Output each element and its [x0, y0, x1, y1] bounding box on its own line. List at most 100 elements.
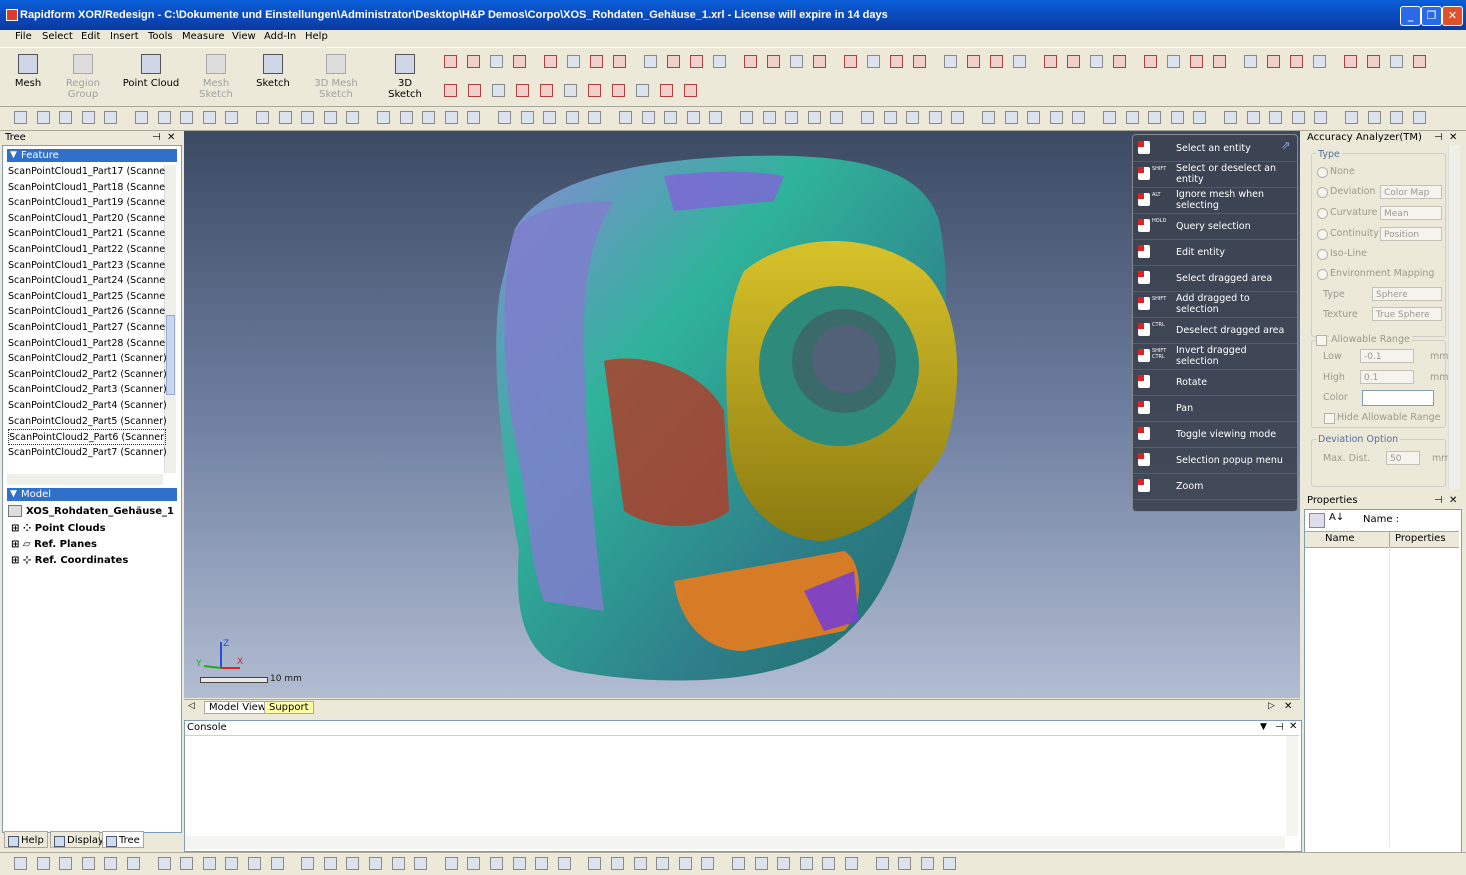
- standard-tool-icon[interactable]: [686, 111, 700, 124]
- feature-tool-icon[interactable]: [660, 84, 673, 97]
- standard-tool-icon[interactable]: [399, 111, 413, 124]
- standard-tool-icon[interactable]: [104, 111, 118, 124]
- standard-tool-icon[interactable]: [619, 111, 632, 124]
- feature-tool-icon[interactable]: [913, 55, 926, 68]
- radio-curvature[interactable]: [1317, 208, 1328, 219]
- feature-tool-icon[interactable]: [1213, 55, 1226, 68]
- feature-tool-icon[interactable]: [1344, 55, 1357, 68]
- scroll-right-icon[interactable]: ▷: [1268, 701, 1275, 711]
- standard-tool-icon[interactable]: [740, 111, 753, 124]
- standard-tool-icon[interactable]: [883, 111, 897, 124]
- bottom-tool-icon[interactable]: [678, 857, 692, 870]
- mode-mesh-button[interactable]: Mesh: [8, 48, 48, 104]
- tab-display[interactable]: Display: [50, 831, 104, 848]
- standard-tool-icon[interactable]: [256, 111, 269, 124]
- feature-tool-icon[interactable]: [588, 84, 601, 97]
- mode-mesh-sketch-button[interactable]: Mesh Sketch: [186, 48, 246, 104]
- bottom-tool-icon[interactable]: [391, 857, 405, 870]
- model-root-item[interactable]: XOS_Rohdaten_Gehäuse_1: [8, 505, 174, 517]
- standard-tool-icon[interactable]: [982, 111, 995, 124]
- feature-tool-icon[interactable]: [1390, 55, 1403, 68]
- menu-measure[interactable]: Measure: [182, 31, 225, 42]
- standard-tool-icon[interactable]: [422, 111, 436, 124]
- tree-item-ref-planes[interactable]: ⊞ ▱ Ref. Planes: [11, 537, 128, 553]
- menu-select[interactable]: Select: [42, 31, 73, 42]
- feature-tool-icon[interactable]: [684, 84, 697, 97]
- tree-item-feature[interactable]: ScanPointCloud1_Part28 (Scanner): [8, 336, 166, 352]
- high-input[interactable]: 0.1: [1360, 370, 1414, 384]
- feature-tool-icon[interactable]: [444, 55, 457, 68]
- feature-tool-icon[interactable]: [1313, 55, 1326, 68]
- feature-tool-icon[interactable]: [513, 55, 526, 68]
- standard-tool-icon[interactable]: [807, 111, 821, 124]
- feature-tool-icon[interactable]: [867, 55, 880, 68]
- feature-tool-icon[interactable]: [636, 84, 649, 97]
- tree-item-feature[interactable]: ScanPointCloud1_Part18 (Scanner): [8, 180, 166, 196]
- standard-tool-icon[interactable]: [346, 111, 360, 124]
- standard-tool-icon[interactable]: [180, 111, 194, 124]
- feature-hscrollbar[interactable]: [7, 474, 163, 485]
- bottom-tool-icon[interactable]: [822, 857, 836, 870]
- tab-help[interactable]: Help: [4, 831, 48, 848]
- feature-tool-icon[interactable]: [444, 84, 457, 97]
- bottom-tool-icon[interactable]: [14, 857, 27, 870]
- feature-tool-icon[interactable]: [1044, 55, 1057, 68]
- menu-insert[interactable]: Insert: [110, 31, 139, 42]
- model-section-header[interactable]: ▼ Model: [7, 488, 177, 501]
- minimize-button[interactable]: _: [1400, 6, 1421, 26]
- standard-tool-icon[interactable]: [1148, 111, 1162, 124]
- bottom-tool-icon[interactable]: [611, 857, 624, 870]
- console-vscrollbar[interactable]: [1286, 736, 1298, 836]
- feature-tool-icon[interactable]: [713, 55, 726, 68]
- standard-tool-icon[interactable]: [1367, 111, 1381, 124]
- allowable-range-checkbox[interactable]: [1316, 335, 1327, 346]
- tree-item-feature[interactable]: ScanPointCloud1_Part17 (Scanner): [8, 164, 166, 180]
- feature-tool-icon[interactable]: [567, 55, 580, 68]
- tab-model-view[interactable]: Model View: [204, 701, 271, 714]
- tree-item-feature[interactable]: ScanPointCloud1_Part21 (Scanner): [8, 226, 166, 242]
- restore-button[interactable]: ❐: [1421, 6, 1442, 26]
- bottom-tool-icon[interactable]: [180, 857, 194, 870]
- mode-3d-sketch-button[interactable]: 3D Sketch: [380, 48, 430, 104]
- bottom-tool-icon[interactable]: [557, 857, 571, 870]
- bottom-tool-icon[interactable]: [301, 857, 315, 870]
- feature-tool-icon[interactable]: [590, 55, 603, 68]
- tree-item-feature[interactable]: ScanPointCloud2_Part4 (Scanner): [8, 398, 166, 414]
- expand-plus-icon[interactable]: ⊞: [11, 523, 19, 534]
- bottom-tool-icon[interactable]: [898, 857, 912, 870]
- feature-tool-icon[interactable]: [1067, 55, 1080, 68]
- bottom-tool-icon[interactable]: [467, 857, 481, 870]
- standard-tool-icon[interactable]: [1072, 111, 1086, 124]
- standard-tool-icon[interactable]: [520, 111, 534, 124]
- feature-tool-icon[interactable]: [690, 55, 703, 68]
- standard-tool-icon[interactable]: [278, 111, 292, 124]
- standard-tool-icon[interactable]: [498, 111, 511, 124]
- standard-tool-icon[interactable]: [1314, 111, 1328, 124]
- standard-tool-icon[interactable]: [785, 111, 799, 124]
- standard-tool-icon[interactable]: [323, 111, 337, 124]
- radio-environment-mapping[interactable]: [1317, 269, 1328, 280]
- feature-tool-icon[interactable]: [1413, 55, 1426, 68]
- dropdown-arrow-icon[interactable]: ▼: [1260, 722, 1267, 732]
- tree-item-feature[interactable]: ScanPointCloud1_Part22 (Scanner): [8, 242, 166, 258]
- tree-item-point-clouds[interactable]: ⊞ ⁘ Point Clouds: [11, 521, 128, 537]
- menu-tools[interactable]: Tools: [148, 31, 173, 42]
- standard-tool-icon[interactable]: [543, 111, 557, 124]
- standard-tool-icon[interactable]: [1412, 111, 1426, 124]
- feature-tool-icon[interactable]: [612, 84, 625, 97]
- feature-tool-icon[interactable]: [544, 55, 557, 68]
- bottom-tool-icon[interactable]: [588, 857, 602, 870]
- mode-3d-mesh-sketch-button[interactable]: 3D Mesh Sketch: [300, 48, 372, 104]
- feature-tool-icon[interactable]: [492, 84, 505, 97]
- bottom-tool-icon[interactable]: [512, 857, 526, 870]
- standard-tool-icon[interactable]: [565, 111, 579, 124]
- bottom-tool-icon[interactable]: [845, 857, 858, 870]
- mode-region-group-button[interactable]: Region Group: [52, 48, 114, 104]
- standard-tool-icon[interactable]: [467, 111, 481, 124]
- standard-tool-icon[interactable]: [14, 111, 27, 124]
- expand-plus-icon[interactable]: ⊞: [11, 539, 19, 550]
- standard-tool-icon[interactable]: [762, 111, 776, 124]
- mode-sketch-button[interactable]: Sketch: [252, 48, 294, 104]
- console-hscrollbar[interactable]: [185, 836, 1285, 849]
- tree-item-feature[interactable]: ScanPointCloud2_Part5 (Scanner): [8, 414, 166, 430]
